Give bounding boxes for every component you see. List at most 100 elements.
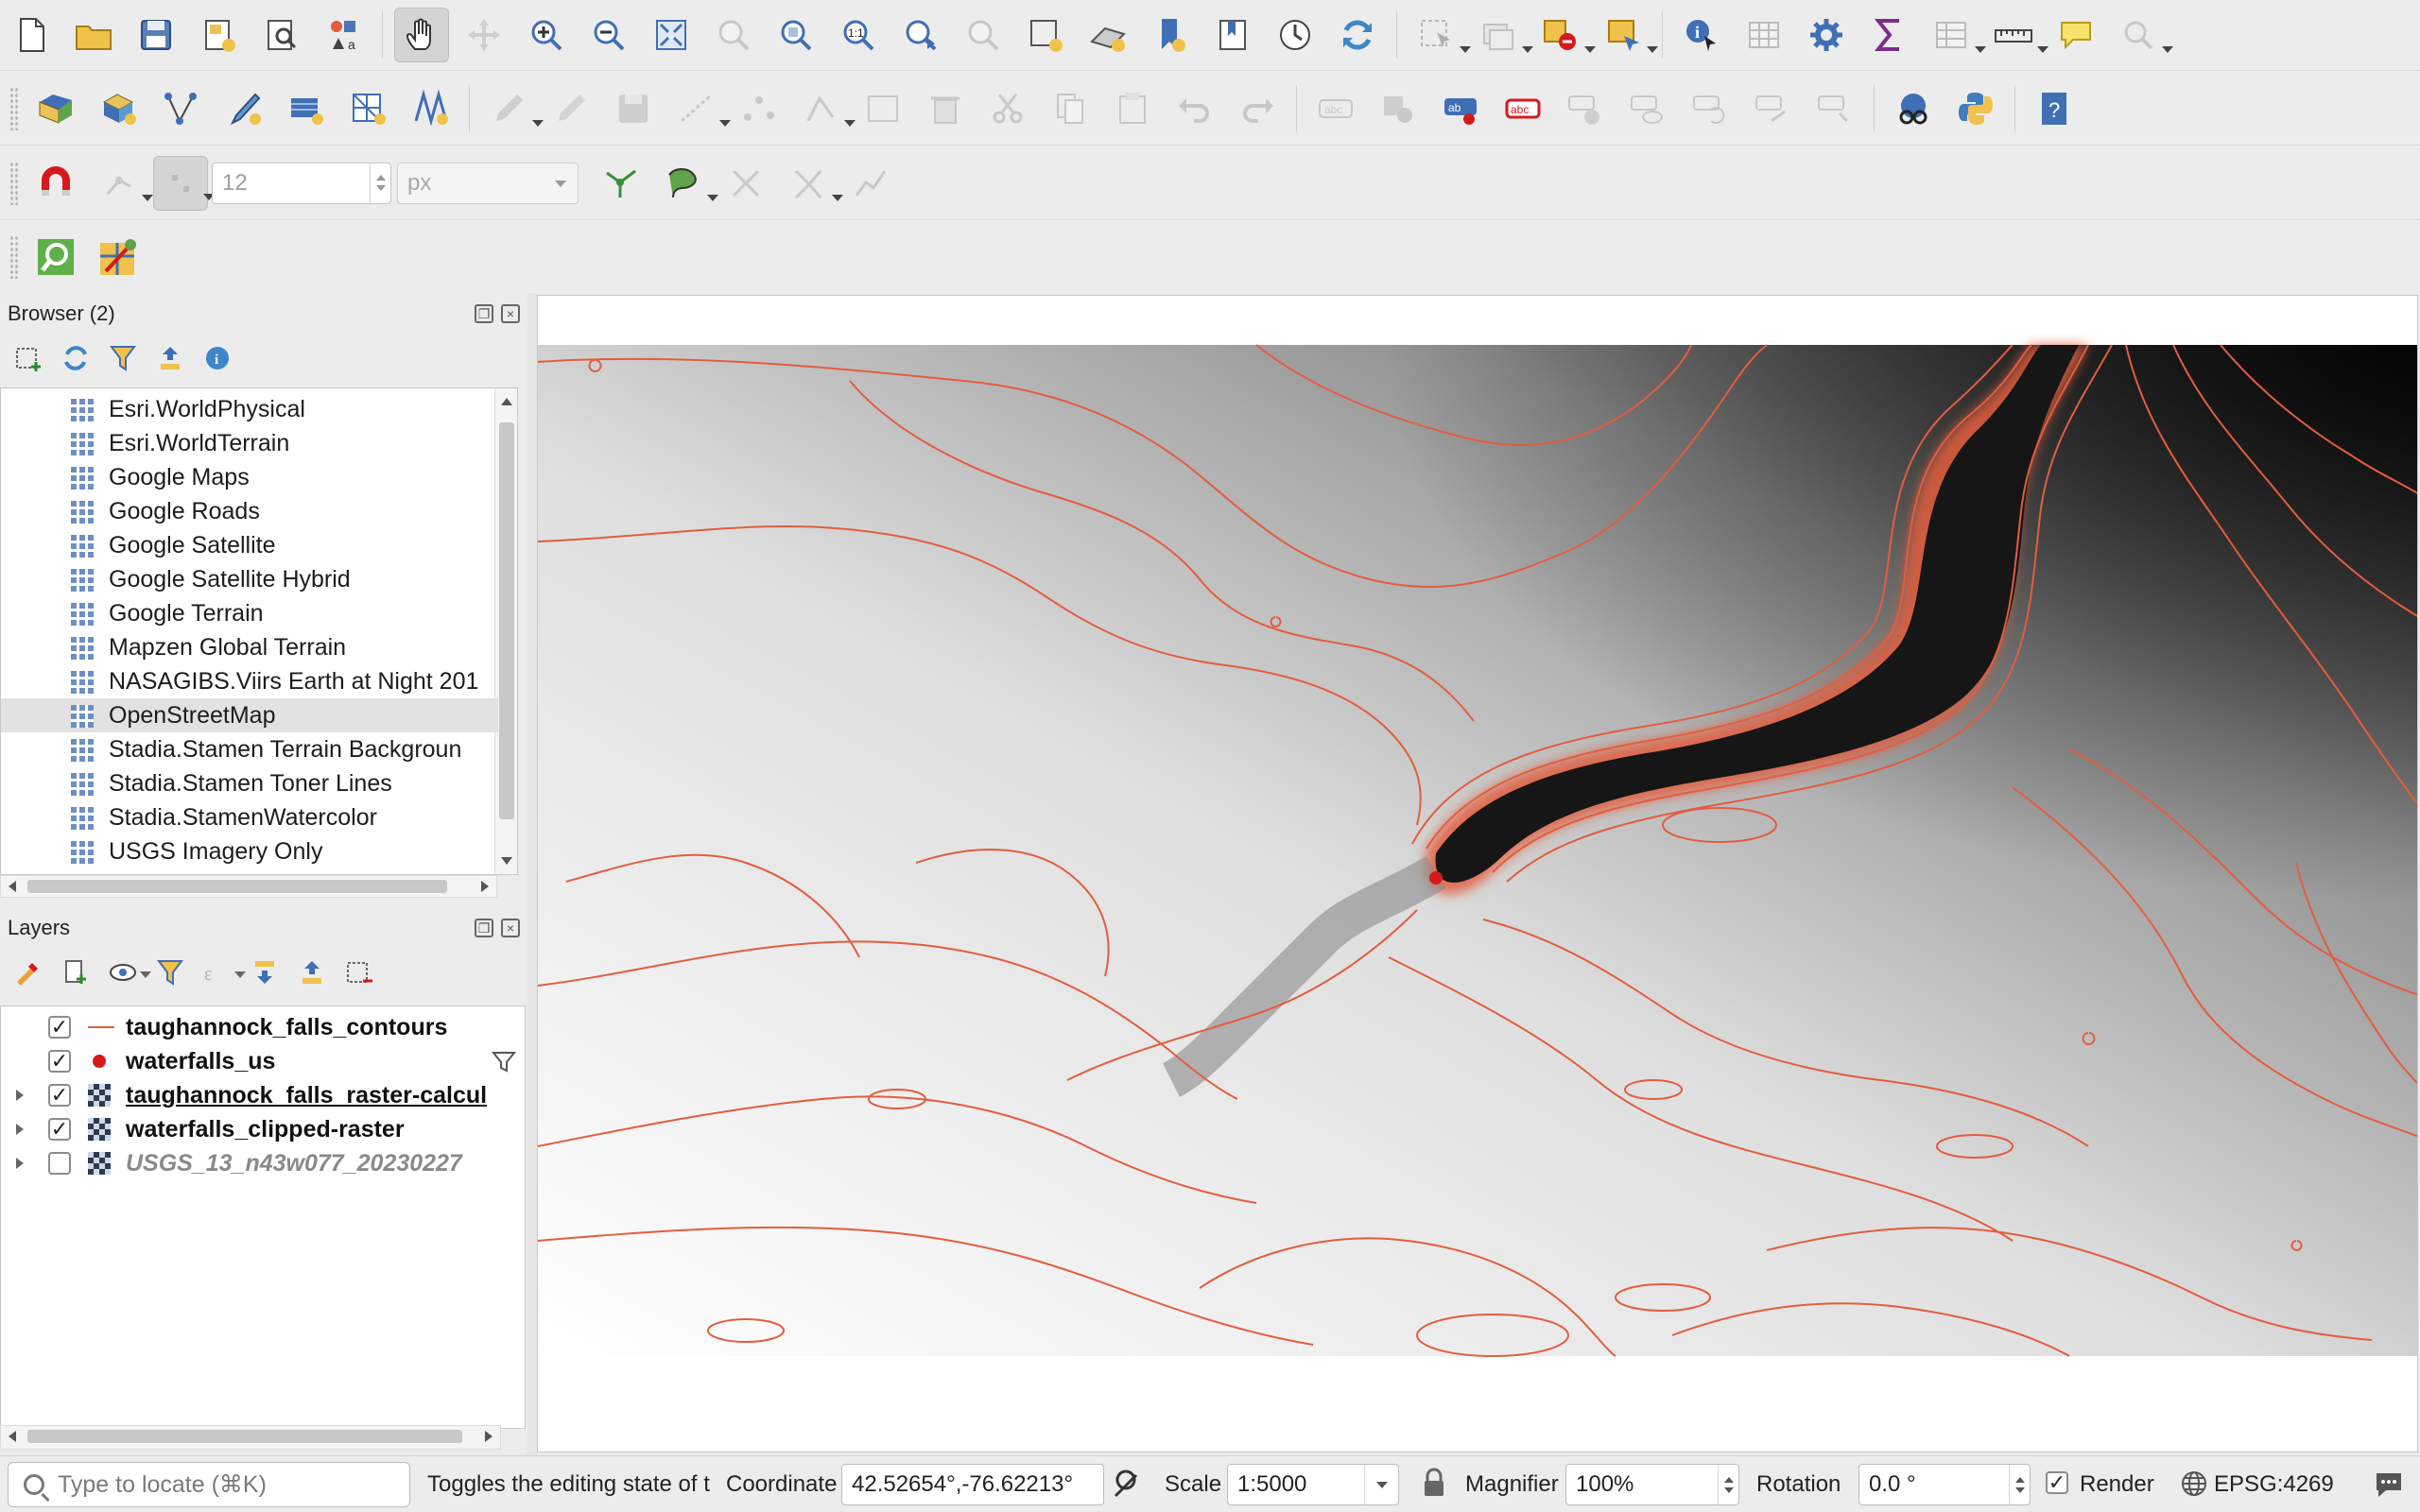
horizontal-scrollbar[interactable] xyxy=(0,875,497,898)
browser-item[interactable]: Stadia.Stamen Terrain Backgroun xyxy=(1,732,498,766)
browser-item[interactable]: OpenStreetMap xyxy=(1,698,498,732)
zoom-in-icon[interactable] xyxy=(519,8,574,62)
change-label-icon[interactable] xyxy=(1745,81,1800,136)
layer-item[interactable]: ✓ taughannock_falls_raster-calcul xyxy=(1,1078,525,1112)
measure-line-icon[interactable] xyxy=(1986,8,2048,62)
layer-item[interactable]: USGS_13_n43w077_20230227 xyxy=(1,1146,525,1180)
enable-snapping-icon[interactable] xyxy=(28,156,83,211)
redo-icon[interactable] xyxy=(1230,81,1285,136)
add-line-icon[interactable] xyxy=(668,81,731,136)
avoid-intersections-icon[interactable] xyxy=(656,156,718,211)
browser-item[interactable]: Google Terrain xyxy=(1,596,498,630)
select-by-location-icon[interactable] xyxy=(1533,8,1596,62)
magnifier-spinbox[interactable]: 100% xyxy=(1565,1464,1739,1505)
map-canvas[interactable] xyxy=(537,295,2418,1452)
new-bookmark-icon[interactable] xyxy=(1143,8,1198,62)
topological-editing-icon[interactable] xyxy=(594,156,648,211)
temporal-controller-icon[interactable] xyxy=(1268,8,1322,62)
edit-toggle-icon[interactable] xyxy=(481,81,544,136)
new-print-layout-icon[interactable] xyxy=(191,8,246,62)
show-hide-labels-icon[interactable] xyxy=(1620,81,1675,136)
filter-by-expression-icon[interactable]: ε xyxy=(200,955,246,989)
chevron-down-icon[interactable] xyxy=(1364,1465,1398,1504)
zoom-to-layer-icon[interactable] xyxy=(769,8,823,62)
label-highlight-icon[interactable]: abc xyxy=(1495,81,1550,136)
quickmapservices-icon[interactable] xyxy=(91,230,146,284)
label-tool-icon[interactable]: abc xyxy=(1308,81,1363,136)
collapse-all-icon[interactable] xyxy=(153,341,187,375)
info-icon[interactable]: i xyxy=(200,341,234,375)
new-virtual-layer-icon[interactable] xyxy=(278,81,333,136)
crs-button[interactable]: EPSG:4269 xyxy=(2214,1471,2334,1498)
identify-features-icon[interactable]: i xyxy=(1674,8,1729,62)
python-console-icon[interactable] xyxy=(1948,81,2003,136)
new-geopackage-layer-icon[interactable] xyxy=(91,81,146,136)
self-snapping-icon[interactable] xyxy=(781,156,843,211)
render-checkbox[interactable]: ✓ xyxy=(2046,1471,2068,1494)
zoom-to-selection-icon[interactable] xyxy=(706,8,761,62)
snap-tolerance-spinbox[interactable]: 12 xyxy=(212,162,391,204)
zoom-out-icon[interactable] xyxy=(581,8,636,62)
browser-tree[interactable]: Esri.WorldPhysical Esri.WorldTerrain Googl… xyxy=(0,387,518,875)
manage-visibility-icon[interactable] xyxy=(106,955,151,989)
move-label-icon[interactable] xyxy=(1558,81,1613,136)
toolbar-grip[interactable] xyxy=(9,86,19,130)
dock-splitter[interactable] xyxy=(527,293,537,1455)
filter-icon[interactable] xyxy=(491,1050,517,1074)
messages-icon[interactable] xyxy=(2373,1468,2405,1506)
new-shapefile-layer-icon[interactable] xyxy=(153,81,208,136)
new-temporary-scratch-layer-icon[interactable] xyxy=(216,81,270,136)
new-spatialite-layer-icon[interactable] xyxy=(340,81,395,136)
select-by-value-icon[interactable] xyxy=(1596,8,1658,62)
cut-features-icon[interactable] xyxy=(980,81,1035,136)
layer-visibility-checkbox[interactable]: ✓ xyxy=(48,1084,71,1107)
zoom-next-icon[interactable] xyxy=(956,8,1011,62)
label-properties-icon[interactable] xyxy=(1807,81,1862,136)
filter-legend-icon[interactable] xyxy=(153,955,187,989)
float-panel-icon[interactable]: ❐ xyxy=(475,919,493,937)
delete-selected-icon[interactable] xyxy=(918,81,973,136)
browser-item[interactable]: USGS Imagery Only xyxy=(1,834,498,868)
refresh-icon[interactable] xyxy=(59,341,93,375)
waterfall-point[interactable] xyxy=(1429,871,1443,885)
float-panel-icon[interactable]: ❐ xyxy=(475,304,493,323)
scale-combobox[interactable]: 1:5000 xyxy=(1227,1464,1399,1505)
browser-item[interactable]: Google Maps xyxy=(1,460,498,494)
save-edits-icon[interactable] xyxy=(606,81,661,136)
collapse-all-icon[interactable] xyxy=(295,955,329,989)
layer-visibility-checkbox[interactable] xyxy=(48,1152,71,1175)
vertex-tool-icon[interactable] xyxy=(731,81,786,136)
close-icon[interactable]: × xyxy=(501,919,520,937)
snapping-type-icon[interactable] xyxy=(91,156,153,211)
expand-all-icon[interactable] xyxy=(248,955,282,989)
layer-visibility-checkbox[interactable]: ✓ xyxy=(48,1050,71,1073)
refresh-icon[interactable] xyxy=(1330,8,1385,62)
layer-item[interactable]: ✓ waterfalls_clipped-raster xyxy=(1,1112,525,1146)
select-features-icon[interactable] xyxy=(1409,8,1471,62)
zoom-native-icon[interactable]: 1:1 xyxy=(831,8,886,62)
zoom-last-icon[interactable] xyxy=(893,8,948,62)
toolbar-grip[interactable] xyxy=(9,234,19,279)
deselect-icon[interactable] xyxy=(1471,8,1533,62)
data-source-manager-icon[interactable] xyxy=(28,81,83,136)
undo-icon[interactable] xyxy=(1167,81,1222,136)
layers-tree[interactable]: ✓ taughannock_falls_contours ✓ waterfalls_u… xyxy=(0,1005,526,1429)
pin-labels-icon[interactable] xyxy=(1371,81,1426,136)
tracing-icon[interactable] xyxy=(843,156,898,211)
style-dock-icon[interactable] xyxy=(11,955,45,989)
processing-toolbox-icon[interactable] xyxy=(1799,8,1854,62)
snapping-mode-icon[interactable] xyxy=(153,155,215,211)
remove-layer-icon[interactable] xyxy=(342,955,376,989)
open-project-icon[interactable] xyxy=(66,8,121,62)
layer-item[interactable]: ✓ waterfalls_us xyxy=(1,1044,525,1078)
show-labels-icon[interactable]: ab xyxy=(1433,81,1488,136)
snap-on-intersection-icon[interactable] xyxy=(718,156,773,211)
add-layer-icon[interactable] xyxy=(11,341,45,375)
browser-item[interactable]: Esri.WorldTerrain xyxy=(1,426,498,460)
new-map-view-icon[interactable] xyxy=(1018,8,1073,62)
layer-visibility-checkbox[interactable]: ✓ xyxy=(48,1016,71,1039)
browser-item[interactable]: Google Satellite xyxy=(1,528,498,562)
layer-visibility-checkbox[interactable]: ✓ xyxy=(48,1118,71,1141)
digitize-icon[interactable] xyxy=(544,81,598,136)
zoom-full-icon[interactable] xyxy=(644,8,699,62)
